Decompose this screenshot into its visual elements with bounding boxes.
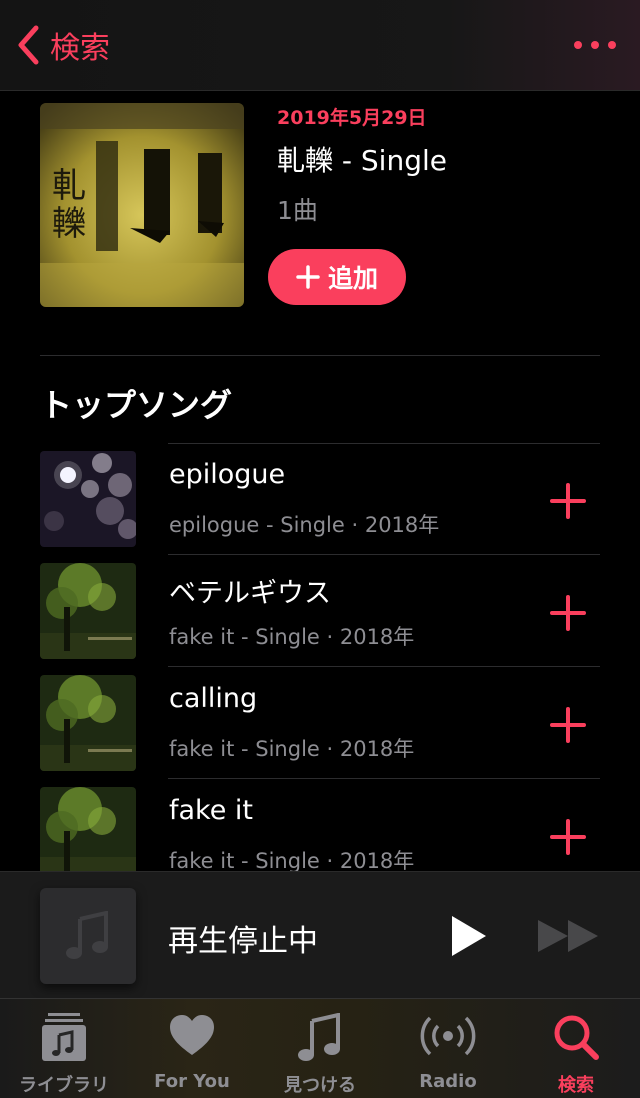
- chevron-left-icon: [18, 25, 39, 65]
- song-artwork: [40, 563, 136, 659]
- tab-label: For You: [154, 1071, 230, 1092]
- tab-library[interactable]: ライブラリ: [0, 999, 128, 1098]
- music-note-icon: [66, 911, 108, 959]
- tab-label: Radio: [419, 1071, 477, 1092]
- library-icon: [42, 1013, 86, 1061]
- album-release-date: 2019年5月29日: [277, 107, 427, 129]
- song-artwork: [40, 675, 136, 771]
- add-song-plus-icon[interactable]: [548, 817, 588, 857]
- album-cover-text: 軋轢: [52, 166, 86, 244]
- radio-icon: [420, 1016, 476, 1056]
- tab-browse[interactable]: 見つける: [256, 999, 384, 1098]
- song-artwork: [40, 451, 136, 547]
- list-item[interactable]: epilogue epilogue - Single · 2018年: [40, 443, 600, 555]
- play-icon[interactable]: [448, 914, 488, 958]
- more-dot-icon: [608, 41, 616, 49]
- album-track-count: 1曲: [277, 196, 318, 225]
- add-button[interactable]: 追加: [268, 249, 406, 305]
- tab-label: 見つける: [284, 1075, 356, 1096]
- tab-bar: ライブラリ For You 見つける Radio 検索: [0, 998, 640, 1098]
- navigation-bar: 検索: [0, 0, 640, 91]
- add-song-plus-icon[interactable]: [548, 705, 588, 745]
- tab-for-you[interactable]: For You: [128, 999, 256, 1098]
- divider: [40, 355, 600, 356]
- search-icon: [554, 1015, 599, 1060]
- list-item[interactable]: ベテルギウス fake it - Single · 2018年: [40, 555, 600, 667]
- add-song-plus-icon[interactable]: [548, 481, 588, 521]
- music-note-icon: [298, 1013, 340, 1061]
- song-subtitle: fake it - Single · 2018年: [169, 737, 415, 761]
- tab-radio[interactable]: Radio: [384, 999, 512, 1098]
- list-item[interactable]: calling fake it - Single · 2018年: [40, 667, 600, 779]
- add-song-plus-icon[interactable]: [548, 593, 588, 633]
- plus-icon: [296, 265, 320, 289]
- more-button[interactable]: [574, 30, 616, 60]
- album-header: 軋轢 2019年5月29日 軋轢 - Single 1曲 追加: [40, 103, 600, 307]
- back-button[interactable]: 検索: [16, 20, 110, 70]
- tab-search[interactable]: 検索: [512, 999, 640, 1098]
- album-title: 軋轢 - Single: [277, 144, 447, 177]
- album-cover[interactable]: 軋轢: [40, 103, 244, 307]
- more-dot-icon: [574, 41, 582, 49]
- song-title: calling: [169, 683, 258, 714]
- song-artwork: [40, 787, 136, 883]
- now-playing-title: 再生停止中: [168, 924, 318, 959]
- song-title: epilogue: [169, 459, 286, 490]
- fast-forward-icon[interactable]: [536, 918, 600, 954]
- top-songs-heading: トップソング: [40, 386, 233, 424]
- add-button-label: 追加: [327, 264, 378, 293]
- song-subtitle: fake it - Single · 2018年: [169, 625, 415, 649]
- mini-player[interactable]: 再生停止中: [0, 871, 640, 999]
- more-dot-icon: [591, 41, 599, 49]
- heart-icon: [170, 1015, 214, 1055]
- song-title: fake it: [169, 795, 254, 826]
- tab-label: 検索: [558, 1075, 594, 1096]
- song-subtitle: epilogue - Single · 2018年: [169, 513, 440, 537]
- tab-label: ライブラリ: [19, 1075, 109, 1096]
- mini-player-artwork: [40, 888, 136, 984]
- song-title: ベテルギウス: [169, 578, 331, 609]
- back-label: 検索: [50, 31, 110, 66]
